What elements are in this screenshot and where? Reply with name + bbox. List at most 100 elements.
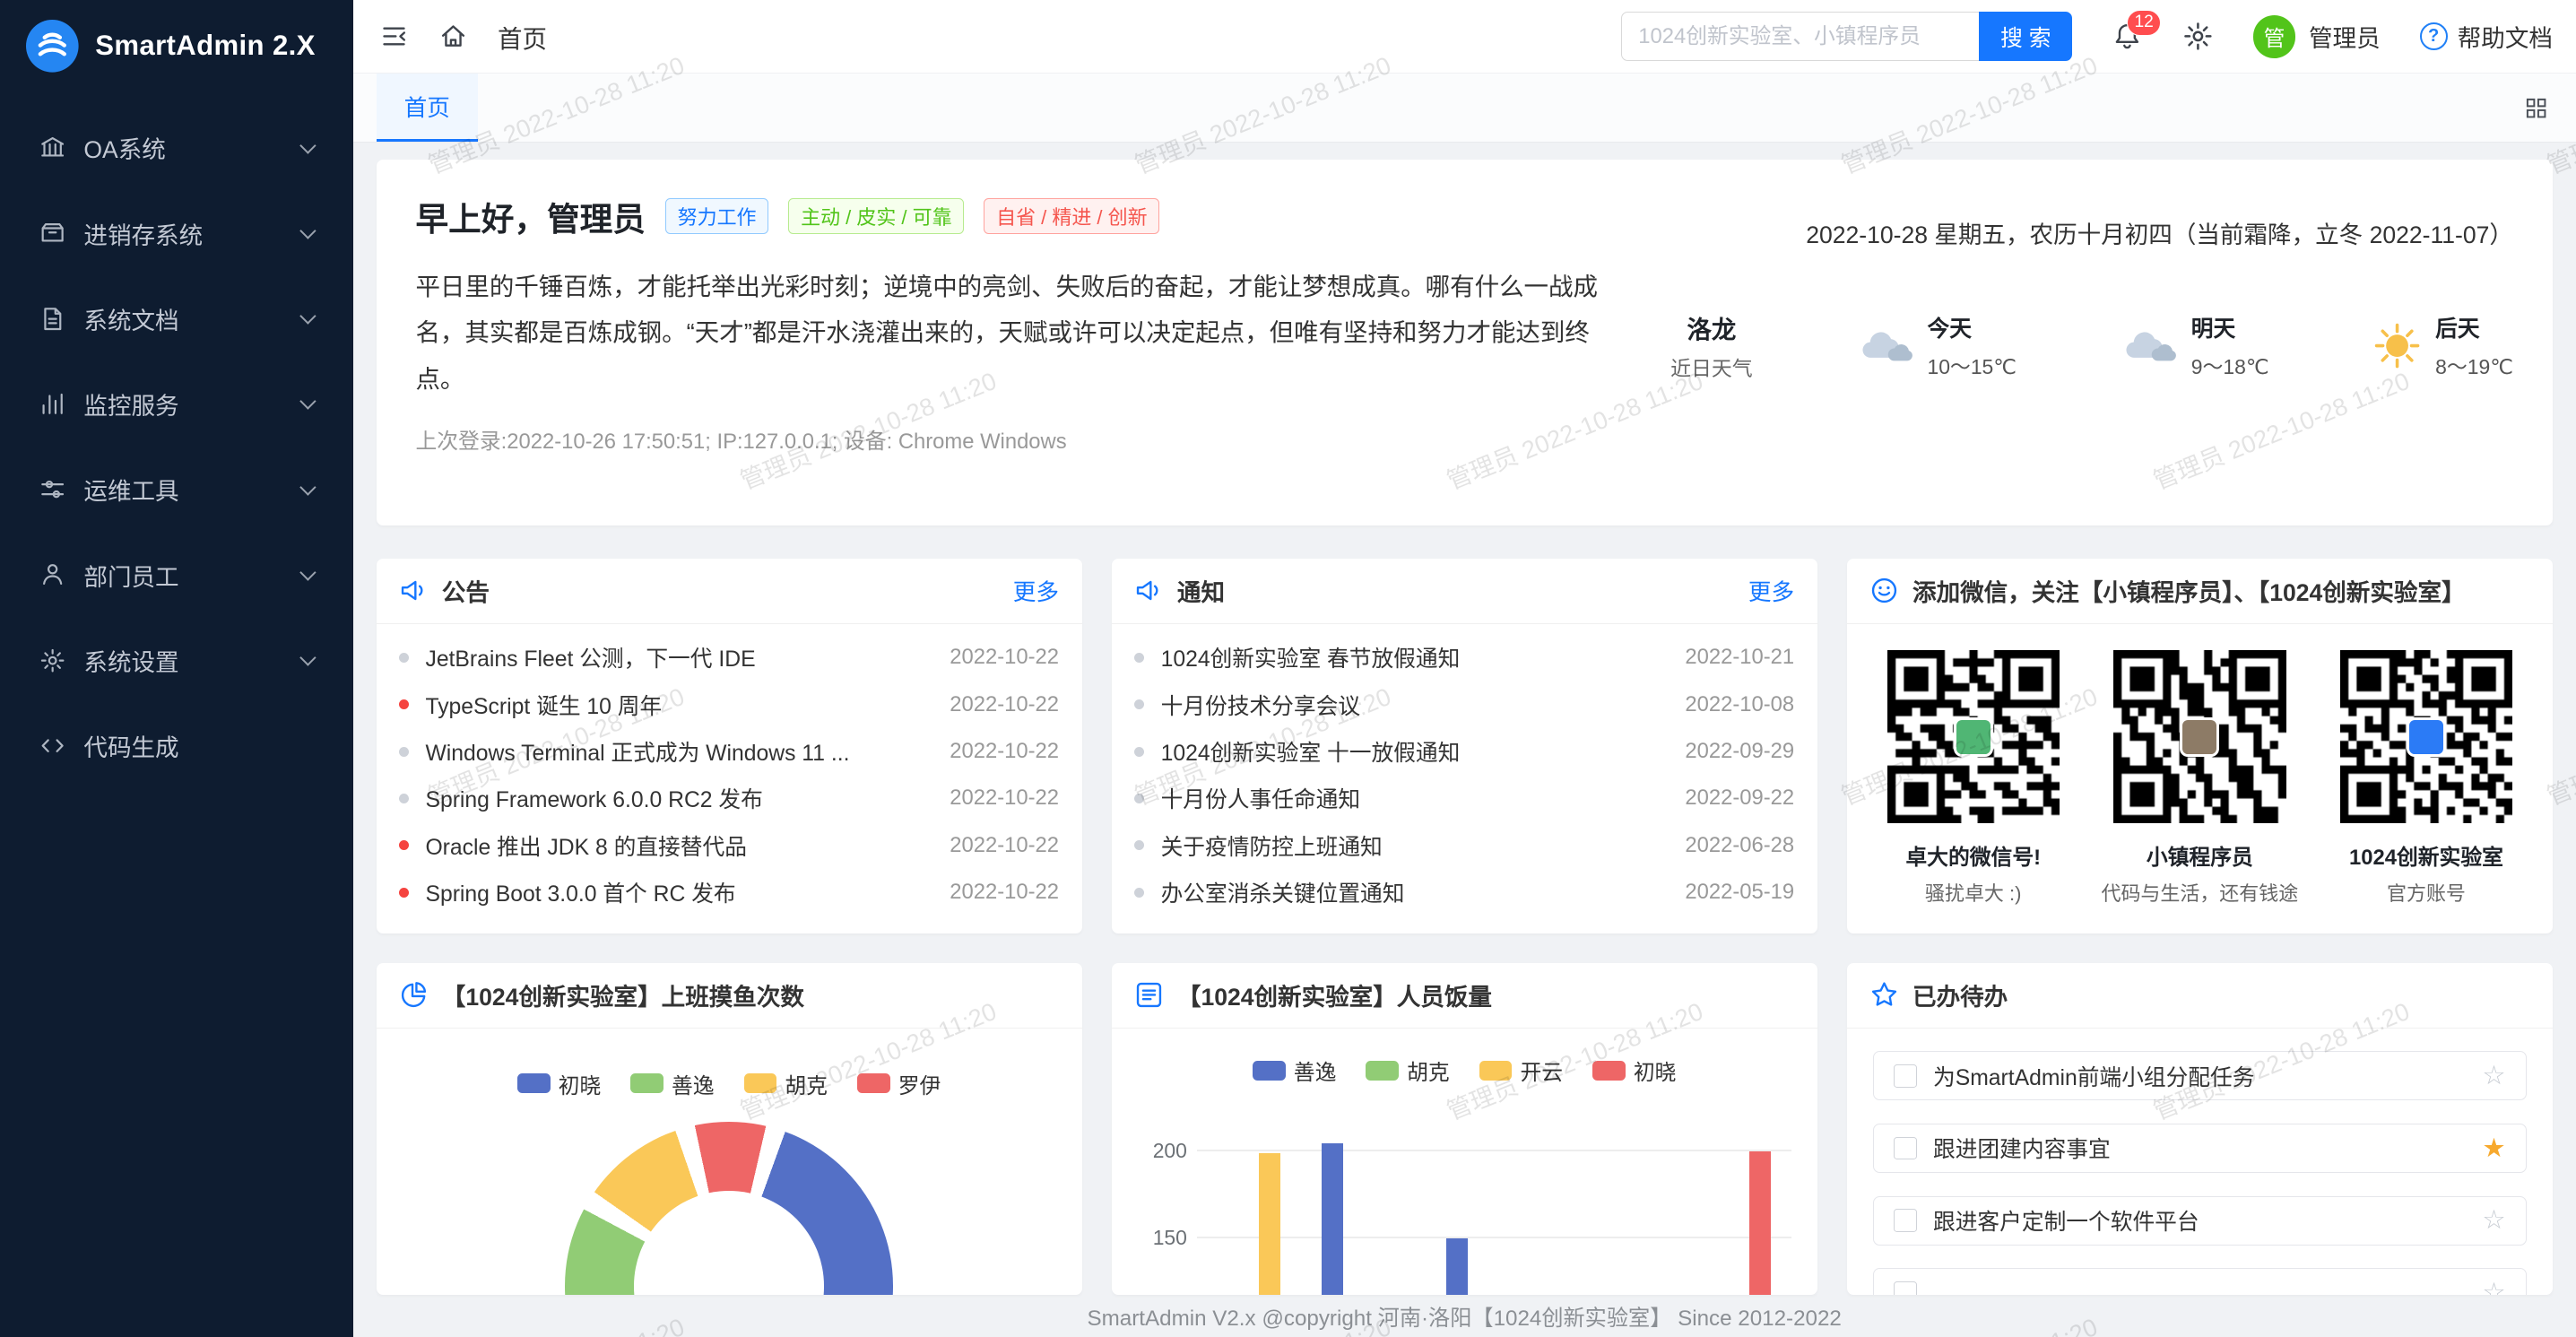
sidebar-item-monitor[interactable]: 监控服务 xyxy=(0,361,353,447)
legend-marker xyxy=(1479,1061,1513,1081)
bullet-dot xyxy=(399,747,409,757)
announcement-item[interactable]: Spring Framework 6.0.0 RC2 发布2022-10-22 xyxy=(399,775,1059,821)
legend-label: 善逸 xyxy=(672,1068,715,1099)
item-date: 2022-10-22 xyxy=(950,833,1059,858)
legend-label: 善逸 xyxy=(1294,1055,1337,1086)
notification-bell-icon[interactable]: 12 xyxy=(2112,21,2143,52)
bullet-dot xyxy=(399,653,409,663)
tab-bar: 首页 xyxy=(353,74,2576,143)
smile-icon xyxy=(1869,576,1899,605)
sidebar-item-codegen[interactable]: 代码生成 xyxy=(0,703,353,788)
todo-item[interactable]: 跟进客户定制一个软件平台 xyxy=(1873,1196,2527,1246)
legend-marker xyxy=(630,1073,664,1093)
announcement-item[interactable]: Oracle 推出 JDK 8 的直接替代品2022-10-22 xyxy=(399,822,1059,869)
qr-name: 小镇程序员 xyxy=(2087,839,2311,871)
bullet-dot xyxy=(1134,699,1144,709)
sidebar-item-docs[interactable]: 系统文档 xyxy=(0,276,353,361)
item-date: 2022-10-22 xyxy=(950,739,1059,764)
notification-item[interactable]: 关于疫情防控上班通知2022-06-28 xyxy=(1134,822,1794,869)
legend-item[interactable]: 胡克 xyxy=(1366,1055,1449,1086)
star-toggle-icon[interactable] xyxy=(2482,1135,2505,1161)
notification-item[interactable]: 十月份人事任命通知2022-09-22 xyxy=(1134,775,1794,821)
chevron-down-icon xyxy=(299,479,316,495)
wechat-logo-icon xyxy=(1954,717,1993,757)
app-title: SmartAdmin 2.X xyxy=(95,30,316,62)
user-menu[interactable]: 管 管理员 xyxy=(2253,15,2381,58)
weather-city-name: 洛龙 xyxy=(1670,309,1753,345)
todo-checkbox[interactable] xyxy=(1894,1209,1917,1232)
chevron-down-icon xyxy=(299,308,316,325)
app-root: SmartAdmin 2.X OA系统 进销存系统 系统文档 监控服务 xyxy=(0,0,2576,1337)
announcement-item[interactable]: Windows Terminal 正式成为 Windows 11 ...2022… xyxy=(399,728,1059,775)
notification-badge: 12 xyxy=(2127,10,2161,36)
star-toggle-icon[interactable] xyxy=(2482,1063,2505,1089)
fish-chart-card: 【1024创新实验室】上班摸鱼次数 初晓 善逸 胡克 罗伊 xyxy=(377,963,1082,1295)
motivational-quote: 平日里的千锤百炼，才能托举出光彩时刻；逆境中的亮剑、失败后的奋起，才能让梦想成真… xyxy=(415,264,1627,402)
logo[interactable]: SmartAdmin 2.X xyxy=(0,0,353,92)
legend-marker xyxy=(744,1073,777,1093)
todo-item[interactable]: 跟进团建内容事宜 xyxy=(1873,1124,2527,1173)
sidebar-item-inventory[interactable]: 进销存系统 xyxy=(0,190,353,275)
legend-item[interactable]: 罗伊 xyxy=(857,1068,941,1099)
legend-item[interactable]: 开云 xyxy=(1479,1055,1563,1086)
card-title: 【1024创新实验室】上班摸鱼次数 xyxy=(442,977,804,1012)
notification-item[interactable]: 1024创新实验室 春节放假通知2022-10-21 xyxy=(1134,634,1794,681)
sidebar-item-label: 进销存系统 xyxy=(83,216,203,251)
star-toggle-icon[interactable] xyxy=(2482,1280,2505,1295)
help-link[interactable]: ? 帮助文档 xyxy=(2420,19,2553,54)
card-title: 【1024创新实验室】人员饭量 xyxy=(1177,977,1492,1012)
item-date: 2022-10-21 xyxy=(1685,645,1794,670)
collapse-menu-icon[interactable] xyxy=(379,22,409,51)
qr-desc: 骚扰卓大 :) xyxy=(1861,879,2086,907)
item-text: 关于疫情防控上班通知 xyxy=(1161,829,1686,862)
home-icon[interactable] xyxy=(438,22,468,51)
legend-item[interactable]: 初晓 xyxy=(517,1068,601,1099)
legend-item[interactable]: 初晓 xyxy=(1592,1055,1676,1086)
announcement-item[interactable]: TypeScript 诞生 10 周年2022-10-22 xyxy=(399,681,1059,727)
more-link[interactable]: 更多 xyxy=(1748,574,1794,607)
fish-donut[interactable] xyxy=(565,1122,893,1294)
layout-grid-icon[interactable] xyxy=(2523,74,2549,142)
sidebar-item-label: 代码生成 xyxy=(83,728,178,763)
search-input[interactable] xyxy=(1621,12,1979,61)
sidebar-item-oa[interactable]: OA系统 xyxy=(0,105,353,190)
item-date: 2022-09-22 xyxy=(1685,786,1794,811)
todo-text: 跟进客户定制一个软件平台 xyxy=(1933,1204,2482,1237)
meal-plot[interactable] xyxy=(1197,1107,1791,1295)
item-text: Spring Boot 3.0.0 首个 RC 发布 xyxy=(425,876,950,908)
legend-item[interactable]: 善逸 xyxy=(630,1068,714,1099)
todo-checkbox[interactable] xyxy=(1894,1281,1917,1295)
bullet-dot xyxy=(399,840,409,850)
todo-checkbox[interactable] xyxy=(1894,1064,1917,1088)
bank-icon xyxy=(39,135,65,161)
todo-item[interactable] xyxy=(1873,1268,2527,1294)
star-toggle-icon[interactable] xyxy=(2482,1207,2505,1233)
todo-card: 已办待办 为SmartAdmin前端小组分配任务 跟进团建内容事宜 xyxy=(1847,963,2553,1295)
breadcrumb[interactable]: 首页 xyxy=(498,19,547,55)
weather-day-after: 后天 8～19℃ xyxy=(2373,309,2513,382)
search-button[interactable]: 搜 索 xyxy=(1979,12,2072,61)
announcement-item[interactable]: Spring Boot 3.0.0 首个 RC 发布2022-10-22 xyxy=(399,869,1059,916)
weather-day-tomorrow: 明天 9～18℃ xyxy=(2121,309,2269,382)
legend-item[interactable]: 胡克 xyxy=(744,1068,828,1099)
item-text: JetBrains Fleet 公测，下一代 IDE xyxy=(425,641,950,673)
notification-item[interactable]: 1024创新实验室 十一放假通知2022-09-29 xyxy=(1134,728,1794,775)
item-date: 2022-06-28 xyxy=(1685,833,1794,858)
notification-list: 1024创新实验室 春节放假通知2022-10-21 十月份技术分享会议2022… xyxy=(1112,624,1817,916)
announcement-item[interactable]: JetBrains Fleet 公测，下一代 IDE2022-10-22 xyxy=(399,634,1059,681)
more-link[interactable]: 更多 xyxy=(1013,574,1059,607)
tag-work-hard: 努力工作 xyxy=(665,198,769,234)
sidebar-item-staff[interactable]: 部门员工 xyxy=(0,532,353,617)
sidebar-item-settings[interactable]: 系统设置 xyxy=(0,618,353,703)
notification-item[interactable]: 十月份技术分享会议2022-10-08 xyxy=(1134,681,1794,727)
card-title: 公告 xyxy=(442,573,490,608)
document-icon xyxy=(39,306,65,332)
todo-item[interactable]: 为SmartAdmin前端小组分配任务 xyxy=(1873,1051,2527,1100)
gear-icon[interactable] xyxy=(2182,21,2214,52)
legend-item[interactable]: 善逸 xyxy=(1253,1055,1336,1086)
todo-checkbox[interactable] xyxy=(1894,1137,1917,1160)
question-icon: ? xyxy=(2420,22,2448,50)
notification-item[interactable]: 办公室消杀关键位置通知2022-05-19 xyxy=(1134,869,1794,916)
tab-home[interactable]: 首页 xyxy=(377,74,479,142)
sidebar-item-ops[interactable]: 运维工具 xyxy=(0,447,353,532)
